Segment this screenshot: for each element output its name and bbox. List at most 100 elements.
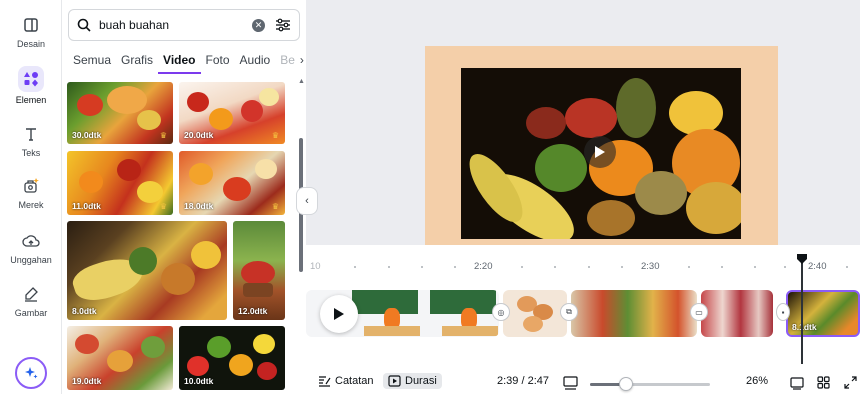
- transition-button[interactable]: ◎: [492, 303, 510, 321]
- grid-view-icon[interactable]: [817, 376, 830, 389]
- transition-icon: ◎: [497, 307, 505, 317]
- rail-item-desain[interactable]: Desain: [0, 14, 62, 49]
- premium-crown-icon: ♛: [159, 202, 167, 211]
- search-bar[interactable]: buah buahan ✕: [68, 9, 300, 41]
- time-ruler: 10 2:20 2:30 2:40: [306, 255, 860, 275]
- rail-item-teks[interactable]: Teks: [0, 123, 62, 158]
- transition-button[interactable]: ▪: [776, 303, 790, 321]
- rail-label: Merek: [18, 200, 44, 210]
- timeline-play-button[interactable]: [320, 295, 358, 333]
- video-result[interactable]: 19.0dtk: [67, 326, 173, 390]
- page-view-icon[interactable]: [790, 377, 804, 390]
- playhead-marker-icon[interactable]: [797, 254, 807, 264]
- notes-label: Catatan: [335, 375, 374, 387]
- transition-icon: ▭: [695, 307, 703, 317]
- editor-workspace: [306, 0, 860, 245]
- video-result[interactable]: 30.0dtk ♛: [67, 82, 173, 144]
- video-result[interactable]: 12.0dtk: [233, 221, 285, 320]
- duration-label: 19.0dtk: [72, 376, 102, 386]
- elements-panel: buah buahan ✕ Semua Grafis Video Foto Au…: [62, 0, 306, 394]
- magic-sparkle-button[interactable]: [15, 357, 47, 389]
- duration-label: 20.0dtk: [184, 130, 214, 140]
- transition-button[interactable]: ⧉: [560, 303, 578, 321]
- tab-grafis[interactable]: Grafis: [116, 52, 158, 74]
- video-result[interactable]: 20.0dtk ♛: [179, 82, 285, 144]
- ruler-label: 10: [310, 261, 321, 272]
- video-result[interactable]: 10.0dtk: [179, 326, 285, 390]
- chevron-left-icon: ‹: [305, 195, 309, 207]
- transition-icon: ⧉: [566, 307, 572, 316]
- premium-crown-icon: ♛: [271, 202, 279, 211]
- tab-video[interactable]: Video: [158, 52, 201, 74]
- rail-label: Teks: [21, 148, 41, 158]
- time-readout: 2:39 / 2:47: [497, 375, 549, 387]
- rail-item-elemen[interactable]: Elemen: [0, 66, 62, 105]
- video-play-button[interactable]: [584, 136, 616, 168]
- panel-scrollbar[interactable]: ▲: [298, 78, 305, 382]
- chevron-right-icon[interactable]: ›: [300, 52, 304, 74]
- clear-search-icon[interactable]: ✕: [252, 18, 265, 32]
- tab-more[interactable]: Be: [275, 52, 300, 74]
- layout-icon: [18, 14, 44, 36]
- duration-label: Durasi: [405, 375, 437, 387]
- fit-timeline-icon[interactable]: [563, 376, 578, 390]
- timeline-clip[interactable]: [571, 290, 697, 337]
- timeline: 10 2:20 2:30 2:40 8.1dtk ◎ ⧉ ▭ ▪: [306, 245, 860, 394]
- category-tabs: Semua Grafis Video Foto Audio Be ›: [68, 52, 304, 74]
- rail-label: Elemen: [15, 95, 47, 105]
- brand-icon: [18, 175, 44, 197]
- side-rail: Desain Elemen Teks Merek Unggahan Gambar: [0, 0, 62, 394]
- duration-label: 8.0dtk: [72, 306, 97, 316]
- rail-label: Desain: [16, 39, 45, 49]
- video-result[interactable]: 8.0dtk: [67, 221, 227, 320]
- ruler-label: 2:30: [641, 261, 660, 272]
- duration-label: 18.0dtk: [184, 201, 214, 211]
- duration-label: 10.0dtk: [184, 376, 214, 386]
- clip-duration-label: 8.1dtk: [792, 322, 817, 332]
- ruler-label: 2:20: [474, 261, 493, 272]
- collapse-panel-button[interactable]: ‹: [296, 187, 318, 215]
- zoom-slider-knob[interactable]: [619, 377, 633, 391]
- search-icon: [77, 18, 91, 32]
- magic-sparkle-icon: [25, 367, 38, 379]
- filter-sliders-icon[interactable]: [275, 18, 291, 32]
- transition-icon: ▪: [781, 307, 785, 317]
- transition-button[interactable]: ▭: [690, 303, 708, 321]
- fullscreen-icon[interactable]: [844, 376, 857, 389]
- rail-item-unggahan[interactable]: Unggahan: [0, 230, 62, 265]
- rail-item-merek[interactable]: Merek: [0, 175, 62, 210]
- bottom-toolbar: Catatan Durasi 2:39 / 2:47 26%: [306, 373, 860, 394]
- time-label: 2:39 / 2:47: [497, 375, 549, 387]
- premium-crown-icon: ♛: [271, 131, 279, 140]
- duration-label: 30.0dtk: [72, 130, 102, 140]
- timeline-clip[interactable]: [503, 290, 567, 337]
- rail-label: Gambar: [14, 308, 48, 318]
- draw-icon: [18, 283, 44, 305]
- zoom-label: 26%: [746, 375, 769, 387]
- notes-button[interactable]: Catatan: [318, 375, 374, 387]
- rail-label: Unggahan: [10, 255, 52, 265]
- shapes-icon: [18, 66, 44, 92]
- zoom-slider[interactable]: [590, 377, 710, 391]
- video-result[interactable]: 18.0dtk ♛: [179, 151, 285, 215]
- video-result[interactable]: 11.0dtk ♛: [67, 151, 173, 215]
- play-icon: [334, 308, 344, 320]
- ruler-label: 2:40: [808, 261, 827, 272]
- scroll-up-icon[interactable]: ▲: [298, 78, 305, 85]
- rail-item-gambar[interactable]: Gambar: [0, 283, 62, 318]
- duration-icon: [388, 375, 401, 387]
- timeline-clip[interactable]: [701, 290, 773, 337]
- timeline-clip[interactable]: 8.1dtk: [786, 290, 860, 337]
- zoom-readout[interactable]: 26%: [746, 375, 768, 387]
- upload-cloud-icon: [18, 230, 44, 252]
- text-icon: [18, 123, 44, 145]
- search-input[interactable]: buah buahan: [99, 18, 252, 32]
- duration-button[interactable]: Durasi: [383, 373, 442, 389]
- duration-label: 12.0dtk: [238, 306, 268, 316]
- tab-semua[interactable]: Semua: [68, 52, 116, 74]
- play-icon: [595, 146, 605, 158]
- notes-icon: [319, 376, 331, 387]
- playhead-line[interactable]: [801, 258, 803, 364]
- tab-foto[interactable]: Foto: [201, 52, 235, 74]
- tab-audio[interactable]: Audio: [235, 52, 276, 74]
